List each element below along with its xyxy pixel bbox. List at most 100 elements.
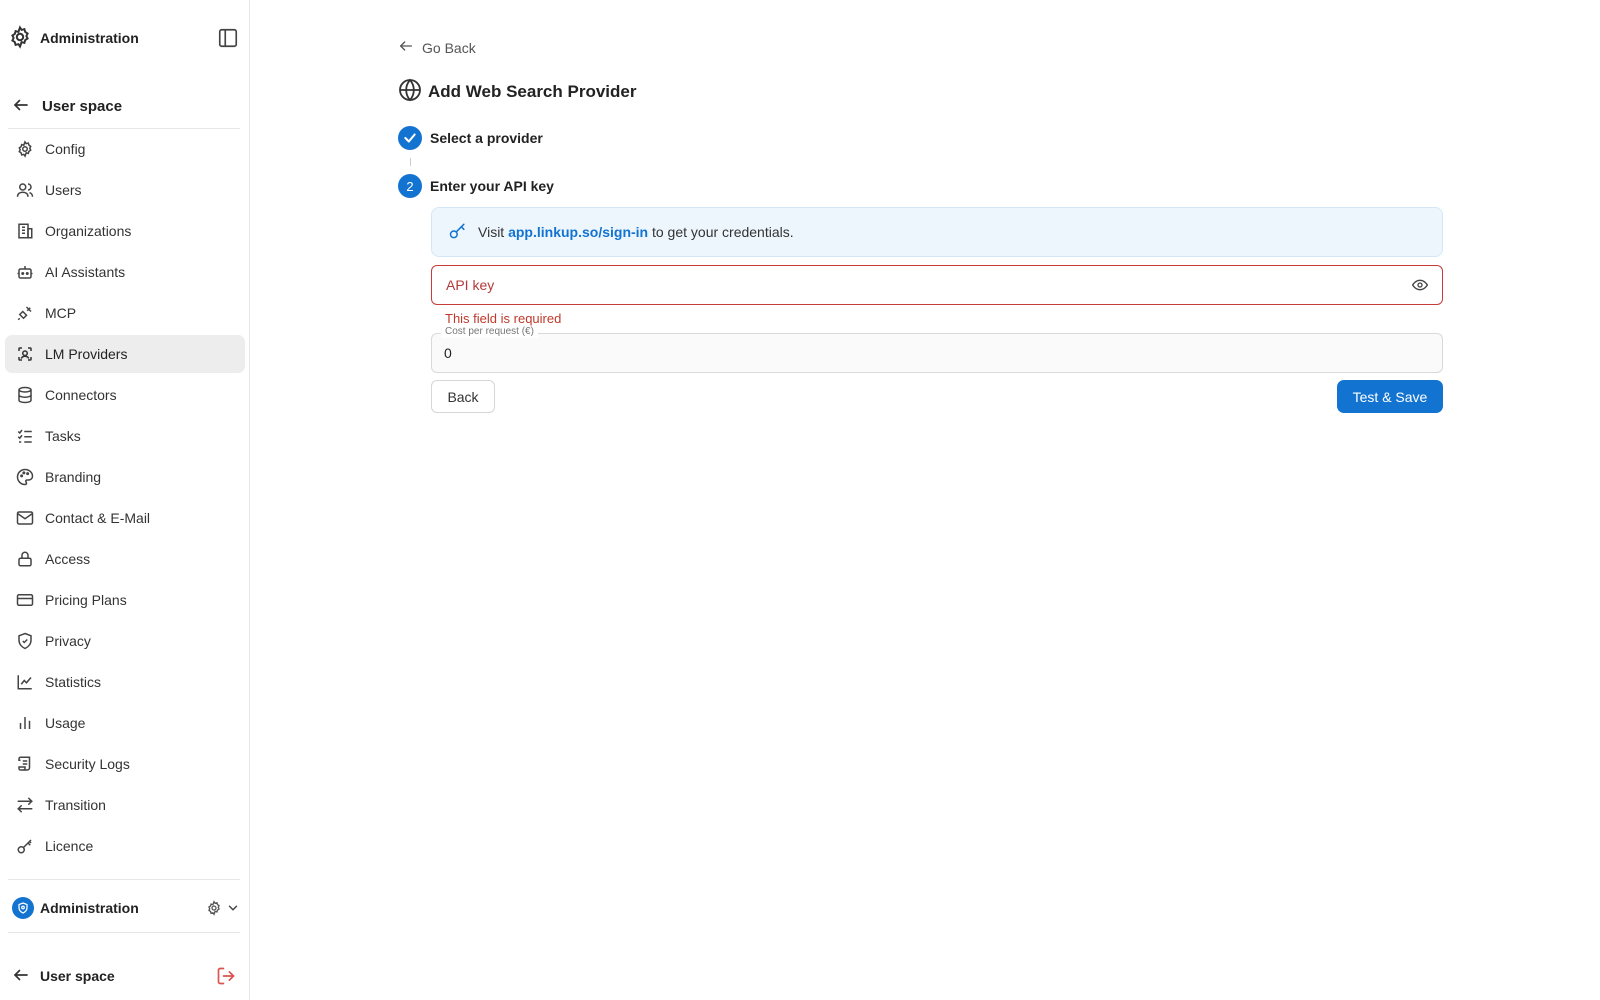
sidebar-item-label: Connectors: [45, 387, 117, 403]
divider: [8, 932, 240, 933]
sidebar-item-label: Statistics: [45, 674, 102, 690]
arrow-left-icon[interactable]: [12, 966, 30, 987]
admin-shield-icon: [12, 897, 34, 919]
step-label: Enter your API key: [430, 178, 554, 194]
sidebar-item-label: Users: [45, 182, 82, 198]
lock-icon: [15, 549, 35, 569]
info-text: Visit app.linkup.so/sign-in to get your …: [478, 224, 794, 240]
provider-icon: [15, 344, 35, 364]
sidebar-item-access[interactable]: Access: [5, 540, 245, 578]
sidebar-item-label: Tasks: [45, 428, 81, 444]
sidebar-item-label: Contact & E-Mail: [45, 510, 151, 526]
key-icon: [448, 221, 468, 244]
sidebar-item-privacy[interactable]: Privacy: [5, 622, 245, 660]
database-icon: [15, 385, 35, 405]
user-space-label: User space: [42, 97, 123, 115]
shield-icon: [15, 631, 35, 651]
page-title-text: Add Web Search Provider: [428, 81, 637, 101]
sidebar-item-ai-assistants[interactable]: AI Assistants: [5, 253, 245, 291]
building-icon: [15, 221, 35, 241]
sidebar-item-label: AI Assistants: [45, 264, 126, 280]
sidebar-item-usage[interactable]: Usage: [5, 704, 245, 742]
info-prefix: Visit: [478, 224, 505, 240]
sidebar-item-label: LM Providers: [45, 346, 128, 362]
key-icon: [15, 836, 35, 856]
sidebar-item-statistics[interactable]: Statistics: [5, 663, 245, 701]
globe-icon: [398, 78, 422, 105]
sidebar-nav: Config Users Organizations AI Assistants…: [5, 130, 245, 868]
sidebar-item-mcp[interactable]: MCP: [5, 294, 245, 332]
sidebar-item-pricing-plans[interactable]: Pricing Plans: [5, 581, 245, 619]
api-key-input[interactable]: [446, 277, 1412, 293]
api-key-field: [431, 265, 1443, 305]
sidebar-item-contact-email[interactable]: Contact & E-Mail: [5, 499, 245, 537]
step-enter-api-key: 2 Enter your API key: [398, 174, 554, 198]
arrow-left-icon: [398, 38, 414, 57]
plug-icon: [15, 303, 35, 323]
back-button[interactable]: Back: [431, 380, 495, 413]
gear-icon: [8, 24, 32, 52]
sidebar-item-config[interactable]: Config: [5, 130, 245, 168]
sidebar-item-security-logs[interactable]: Security Logs: [5, 745, 245, 783]
sidebar-item-label: Pricing Plans: [45, 592, 127, 608]
cost-per-request-field: [431, 333, 1443, 373]
sidebar-item-label: Transition: [45, 797, 106, 813]
sidebar-item-label: Usage: [45, 715, 86, 731]
api-key-error: This field is required: [445, 311, 562, 326]
chevron-down-icon[interactable]: [226, 901, 240, 915]
credentials-info-box: Visit app.linkup.so/sign-in to get your …: [431, 207, 1443, 257]
step-connector: [410, 158, 411, 166]
sidebar-item-organizations[interactable]: Organizations: [5, 212, 245, 250]
main-content: Go Back Add Web Search Provider Select a…: [250, 0, 1600, 1000]
sidebar-item-label: MCP: [45, 305, 77, 321]
sidebar-item-licence[interactable]: Licence: [5, 827, 245, 865]
credit-card-icon: [15, 590, 35, 610]
user-space-link[interactable]: User space: [40, 968, 115, 984]
admin-label: Administration: [40, 900, 139, 916]
divider: [8, 879, 240, 880]
user-space-footer: User space: [12, 962, 240, 990]
sidebar-header: Administration: [8, 24, 240, 52]
scroll-icon: [15, 754, 35, 774]
sidebar-item-label: Branding: [45, 469, 102, 485]
sidebar-item-connectors[interactable]: Connectors: [5, 376, 245, 414]
sidebar-item-tasks[interactable]: Tasks: [5, 417, 245, 455]
admin-switcher[interactable]: Administration: [12, 894, 240, 922]
check-icon: [398, 126, 422, 150]
cost-per-request-input[interactable]: [444, 345, 1430, 361]
tasks-icon: [15, 426, 35, 446]
sidebar-item-users[interactable]: Users: [5, 171, 245, 209]
sidebar-item-label: Licence: [45, 838, 94, 854]
page-title: Add Web Search Provider: [398, 78, 636, 105]
sidebar-title: Administration: [40, 30, 139, 46]
cost-per-request-label: Cost per request (€): [441, 326, 538, 338]
gear-icon[interactable]: [206, 900, 222, 916]
sidebar-item-transition[interactable]: Transition: [5, 786, 245, 824]
sidebar-item-label: Privacy: [45, 633, 91, 649]
go-back-label: Go Back: [422, 39, 476, 56]
sidebar-item-label: Security Logs: [45, 756, 130, 772]
eye-icon[interactable]: [1412, 277, 1428, 293]
info-suffix: to get your credentials.: [651, 224, 794, 240]
sidebar-item-label: Access: [45, 551, 91, 567]
back-to-user-space[interactable]: User space: [12, 92, 240, 120]
mail-icon: [15, 508, 35, 528]
test-and-save-button[interactable]: Test & Save: [1337, 380, 1443, 413]
users-icon: [15, 180, 35, 200]
sidebar-item-branding[interactable]: Branding: [5, 458, 245, 496]
line-chart-icon: [15, 672, 35, 692]
sidebar-item-lm-providers[interactable]: LM Providers: [5, 335, 245, 373]
sidebar-panel-icon[interactable]: [216, 26, 240, 50]
bot-icon: [15, 262, 35, 282]
step-number: 2: [398, 174, 422, 198]
logout-icon[interactable]: [216, 966, 236, 986]
divider: [8, 128, 240, 129]
palette-icon: [15, 467, 35, 487]
go-back-link[interactable]: Go Back: [398, 38, 476, 57]
gear-icon: [15, 139, 35, 159]
sidebar: Administration User space Config Users O…: [0, 0, 250, 1000]
step-select-provider[interactable]: Select a provider: [398, 126, 543, 150]
step-label: Select a provider: [430, 130, 543, 146]
credentials-link[interactable]: app.linkup.so/sign-in: [508, 224, 648, 240]
sidebar-item-label: Config: [45, 141, 86, 157]
